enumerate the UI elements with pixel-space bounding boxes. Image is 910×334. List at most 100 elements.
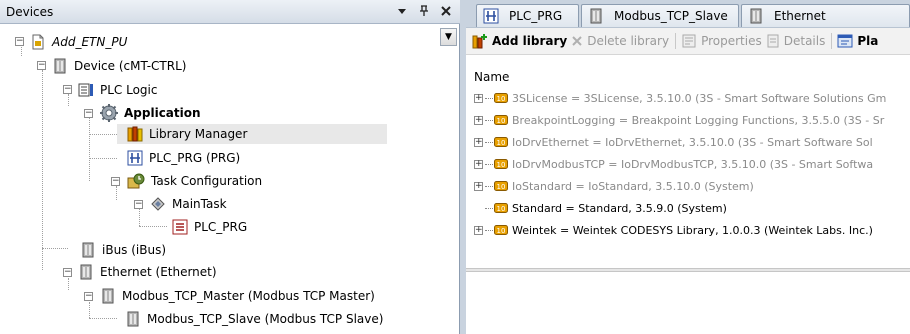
library-row[interactable]: + 10 IoStandard = IoStandard, 3.5.10.0 (…: [474, 177, 754, 195]
add-library-button[interactable]: Add library: [472, 33, 567, 49]
device-icon: [80, 242, 96, 258]
svg-text:10: 10: [497, 183, 506, 191]
tree-connector: [42, 70, 43, 270]
details-button[interactable]: Details: [766, 33, 826, 49]
library-version-icon: 10: [494, 93, 508, 103]
collapse-toggle[interactable]: −: [63, 268, 72, 277]
tree-item-main-task[interactable]: MainTask: [150, 194, 227, 214]
tab-ethernet[interactable]: Ethernet: [741, 4, 910, 27]
collapse-toggle[interactable]: −: [84, 109, 93, 118]
tree-item-plc-prg[interactable]: PLC_PRG (PRG): [127, 148, 240, 168]
delete-library-label: Delete library: [587, 34, 670, 48]
tree-connector: [42, 248, 68, 249]
tree-item-label: Task Configuration: [151, 174, 263, 188]
tree-connector: [89, 117, 90, 181]
properties-button[interactable]: Properties: [681, 33, 762, 49]
tree-item-modbus-tcp-master[interactable]: Modbus_TCP_Master (Modbus TCP Master): [100, 286, 375, 306]
placeholder-button[interactable]: Pla: [837, 33, 878, 49]
devices-panel: Devices ▼ − Add_ETN_PU − Device (cMT-CTR…: [0, 0, 460, 334]
task-configuration-icon: [127, 173, 145, 189]
tree-item-application[interactable]: Application: [100, 103, 201, 123]
expand-toggle[interactable]: +: [474, 115, 483, 125]
library-row-text: Standard = Standard, 3.5.9.0 (System): [512, 201, 727, 215]
close-panel-icon[interactable]: [438, 3, 454, 19]
toolbar-separator: [675, 33, 677, 49]
tree-item-label: Add_ETN_PU: [52, 35, 128, 49]
task-icon: [150, 196, 166, 212]
devices-scroll-button[interactable]: ▼: [440, 28, 457, 46]
devices-panel-title: Devices: [6, 5, 54, 19]
tab-plc-prg[interactable]: PLC_PRG: [476, 4, 579, 27]
svg-text:10: 10: [497, 117, 506, 125]
tree-item-ethernet[interactable]: Ethernet (Ethernet): [78, 262, 217, 282]
tree-item-ibus[interactable]: iBus (iBus): [80, 240, 166, 260]
panel-menu-dropdown-icon[interactable]: [394, 3, 410, 19]
device-icon: [78, 264, 94, 280]
tree-item-task-configuration[interactable]: Task Configuration: [127, 171, 262, 191]
tree-item-device[interactable]: Device (cMT-CTRL): [52, 56, 186, 76]
tab-modbus-tcp-slave[interactable]: Modbus_TCP_Slave: [581, 4, 739, 27]
expand-toggle[interactable]: +: [474, 159, 483, 169]
library-row[interactable]: + 10 IoDrvModbusTCP = IoDrvModbusTCP, 3.…: [474, 155, 873, 173]
program-icon: [483, 8, 499, 24]
collapse-toggle[interactable]: −: [134, 200, 143, 209]
tree-connector: [89, 158, 117, 159]
library-version-icon: 10: [494, 159, 508, 169]
collapse-toggle[interactable]: −: [111, 177, 120, 186]
tree-item-label: PLC_PRG: [194, 220, 248, 234]
library-list: Name + 10 3SLicense = 3SLicense, 3.5.10.…: [466, 56, 910, 268]
tree-item-label: PLC_PRG (PRG): [149, 151, 241, 165]
library-manager-icon: [127, 126, 143, 142]
expand-toggle[interactable]: +: [474, 137, 483, 147]
library-row[interactable]: 10 Standard = Standard, 3.5.9.0 (System): [474, 199, 727, 217]
library-toolbar: Add library Delete library Properties De…: [466, 27, 910, 55]
application-gear-icon: [100, 104, 118, 122]
tree-connector: [68, 278, 69, 290]
tree-connector: [89, 318, 117, 319]
tab-label: Ethernet: [774, 9, 826, 23]
tree-item-library-manager[interactable]: Library Manager: [117, 124, 387, 144]
plc-logic-icon: [78, 82, 94, 98]
svg-text:10: 10: [497, 161, 506, 169]
collapse-toggle[interactable]: −: [15, 37, 24, 46]
add-library-label: Add library: [492, 34, 568, 48]
pin-icon[interactable]: [416, 3, 432, 19]
tree-connector: [139, 208, 140, 226]
delete-icon: [571, 35, 583, 47]
collapse-toggle[interactable]: −: [37, 61, 46, 70]
tree-item-modbus-tcp-slave[interactable]: Modbus_TCP_Slave (Modbus TCP Slave): [125, 309, 383, 329]
device-icon: [588, 8, 604, 24]
tree-item-plc-logic[interactable]: PLC Logic: [78, 80, 157, 100]
library-row-text: 3SLicense = 3SLicense, 3.5.10.0 (3S - Sm…: [512, 91, 887, 105]
svg-text:10: 10: [497, 227, 506, 235]
library-row-text: BreakpointLogging = Breakpoint Logging F…: [512, 113, 885, 127]
tree-item-project[interactable]: Add_ETN_PU: [30, 32, 127, 52]
library-row[interactable]: + 10 3SLicense = 3SLicense, 3.5.10.0 (3S…: [474, 89, 886, 107]
collapse-toggle[interactable]: −: [84, 292, 93, 301]
expand-toggle[interactable]: +: [474, 225, 483, 235]
delete-library-button[interactable]: Delete library: [571, 34, 669, 48]
library-version-icon: 10: [494, 225, 508, 235]
placeholder-icon: [837, 33, 853, 49]
placeholder-label: Pla: [857, 34, 879, 48]
details-label: Details: [783, 34, 826, 48]
tree-item-plc-prg-call[interactable]: PLC_PRG: [172, 217, 247, 237]
project-icon: [30, 34, 46, 50]
expand-toggle[interactable]: +: [474, 93, 483, 103]
expand-toggle[interactable]: +: [474, 181, 483, 191]
toolbar-separator: [831, 33, 833, 49]
library-details-pane: [466, 272, 910, 334]
library-version-icon: 10: [494, 137, 508, 147]
library-row[interactable]: + 10 Weintek = Weintek CODESYS Library, …: [474, 221, 873, 239]
collapse-toggle[interactable]: −: [63, 85, 72, 94]
tree-connector: [89, 134, 117, 135]
editor-tab-bar: PLC_PRG Modbus_TCP_Slave Ethernet: [466, 0, 910, 27]
tree-connector: [116, 186, 117, 200]
tree-item-label: Modbus_TCP_Slave (Modbus TCP Slave): [147, 312, 384, 326]
devices-panel-header: Devices: [0, 0, 460, 24]
library-row[interactable]: + 10 IoDrvEthernet = IoDrvEthernet, 3.5.…: [474, 133, 873, 151]
library-version-icon: 10: [494, 115, 508, 125]
properties-icon: [681, 33, 697, 49]
column-header-name[interactable]: Name: [474, 70, 509, 84]
library-row[interactable]: + 10 BreakpointLogging = Breakpoint Logg…: [474, 111, 884, 129]
